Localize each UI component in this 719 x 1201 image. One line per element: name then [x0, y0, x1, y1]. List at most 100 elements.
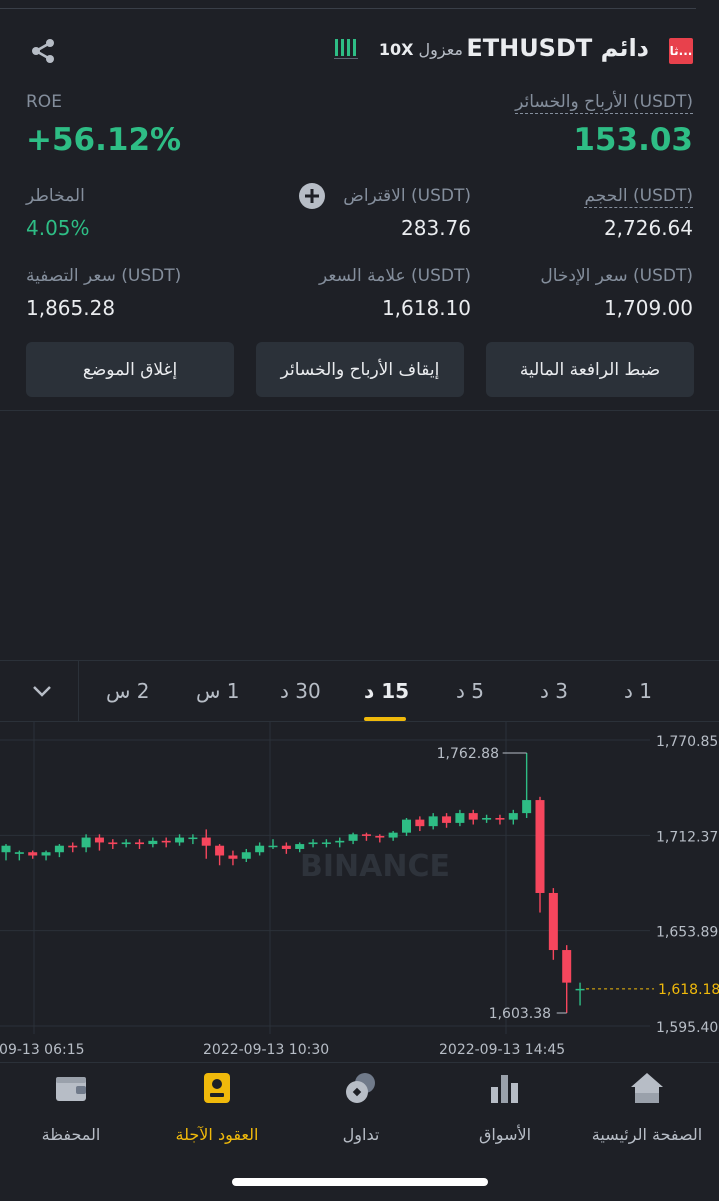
markets-icon: [491, 1075, 518, 1103]
candle-body: [108, 842, 118, 845]
candle-body: [255, 845, 265, 853]
high-price-label: 1,762.88: [437, 746, 499, 762]
timeframe-5m[interactable]: 5 د: [456, 679, 484, 703]
pnl-label: الأرباح والخسائر (USDT): [515, 92, 693, 114]
candle-body: [175, 837, 185, 843]
candle-body: [508, 813, 518, 820]
candle-body: [54, 845, 64, 853]
candle-body: [281, 845, 291, 849]
low-price-label: 1,603.38: [489, 1006, 551, 1022]
candle-body: [482, 818, 492, 820]
candle-body: [215, 845, 225, 856]
nav-trade-label: تداول: [342, 1125, 380, 1144]
tpsl-button[interactable]: إيقاف الأرباح والخسائر: [256, 342, 464, 397]
add-margin-icon[interactable]: [298, 182, 326, 210]
entry-price-label: سعر الإدخال (USDT): [540, 266, 693, 286]
mode-label: معزول: [418, 40, 463, 59]
nav-home[interactable]: الصفحة الرئيسية: [582, 1071, 712, 1161]
chart-watermark: BINANCE: [300, 849, 450, 884]
candle-body: [14, 852, 24, 854]
candle-body: [522, 800, 532, 814]
timeframe-divider: [78, 661, 79, 721]
candle-body: [348, 834, 358, 841]
candle-body: [575, 988, 585, 991]
candle-body: [68, 845, 78, 848]
nav-trade[interactable]: تداول: [296, 1071, 426, 1161]
size-value: 2,726.64: [603, 216, 693, 240]
timeframe-15m[interactable]: 15 د: [364, 679, 409, 703]
size-label: الحجم (USDT): [584, 186, 693, 208]
candle-body: [228, 855, 238, 859]
candle-body: [468, 813, 478, 820]
pnl-value: 153.03: [573, 122, 693, 158]
candle-body: [495, 818, 505, 820]
home-indicator: [232, 1178, 488, 1186]
x-tick-label: 2022-09-13 10:30: [203, 1042, 329, 1058]
leverage-value: 10X: [378, 40, 414, 59]
y-tick-label: 1,770.85: [656, 734, 718, 750]
margin-mode[interactable]: معزول 10X: [379, 40, 463, 59]
candle-body: [148, 840, 158, 845]
section-divider: [0, 410, 719, 411]
candle-body: [321, 842, 331, 844]
mark-price-value: 1,618.10: [381, 296, 471, 320]
candle-body: [121, 842, 131, 845]
timeframe-3m[interactable]: 3 د: [540, 679, 568, 703]
candle-body: [442, 816, 452, 823]
candle-body: [308, 842, 318, 845]
entry-price-value: 1,709.00: [603, 296, 693, 320]
nav-wallet[interactable]: المحفظة: [6, 1071, 136, 1161]
y-tick-label: 1,595.40: [656, 1020, 718, 1036]
candle-body: [535, 800, 545, 893]
candle-body: [562, 950, 572, 983]
signal-bars-icon: [334, 39, 358, 59]
roe-value: +56.12%: [26, 122, 182, 158]
candle-body: [201, 837, 211, 846]
candle-body: [361, 834, 371, 836]
timeframe-30m[interactable]: 30 د: [280, 679, 321, 703]
candle-body: [28, 852, 38, 856]
candle-body: [1, 845, 11, 853]
nav-markets[interactable]: الأسواق: [440, 1071, 570, 1161]
timeframe-bar: 2 س 1 س 30 د 15 د 5 د 3 د 1 د: [0, 660, 719, 722]
x-tick-label: -09-13 06:15: [0, 1042, 85, 1058]
y-tick-label: 1,653.89: [656, 925, 718, 941]
y-tick-label: 1,712.37: [656, 829, 718, 845]
top-divider: [0, 8, 696, 9]
close-position-button[interactable]: إغلاق الموضع: [26, 342, 234, 397]
nav-futures-label: العقود الآجلة: [175, 1125, 259, 1144]
candle-body: [94, 837, 104, 843]
timeframe-2h[interactable]: 2 س: [106, 679, 150, 703]
risk-value: 4.05%: [26, 216, 90, 240]
liq-price-label: سعر التصفية (USDT): [26, 266, 182, 286]
candle-body: [295, 844, 305, 849]
margin-label: الاقتراض (USDT): [343, 186, 471, 206]
share-icon[interactable]: [28, 36, 58, 66]
nav-markets-label: الأسواق: [478, 1125, 532, 1144]
candle-body: [161, 840, 171, 843]
nav-home-label: الصفحة الرئيسية: [591, 1125, 703, 1144]
current-price-label: 1,618.18: [658, 982, 719, 998]
nav-futures[interactable]: العقود الآجلة: [152, 1071, 282, 1161]
candle-body: [241, 852, 251, 859]
price-chart[interactable]: BINANCE 1,770.85 1,712.37 1,653.89 1,595.40…: [0, 722, 719, 1062]
position-header: معزول 10X دائم ETHUSDT ثا...: [0, 28, 719, 76]
candle-body: [188, 837, 198, 840]
symbol-title[interactable]: دائم ETHUSDT: [466, 34, 649, 62]
candle-body: [81, 837, 91, 848]
symbol-badge: ثا...: [669, 38, 693, 64]
candle-body: [388, 832, 398, 838]
candle-body: [415, 819, 425, 827]
candle-body: [428, 816, 438, 827]
candle-body: [548, 892, 558, 951]
nav-wallet-label: المحفظة: [41, 1125, 101, 1144]
trade-icon: [346, 1073, 375, 1103]
candle-body: [135, 842, 144, 845]
chevron-down-icon[interactable]: [30, 679, 54, 703]
timeframe-1h[interactable]: 1 س: [196, 679, 240, 703]
home-icon: [631, 1073, 663, 1103]
timeframe-1m[interactable]: 1 د: [624, 679, 652, 703]
margin-value: 283.76: [401, 216, 471, 240]
adjust-leverage-button[interactable]: ضبط الرافعة المالية: [486, 342, 694, 397]
wallet-icon: [56, 1077, 86, 1101]
